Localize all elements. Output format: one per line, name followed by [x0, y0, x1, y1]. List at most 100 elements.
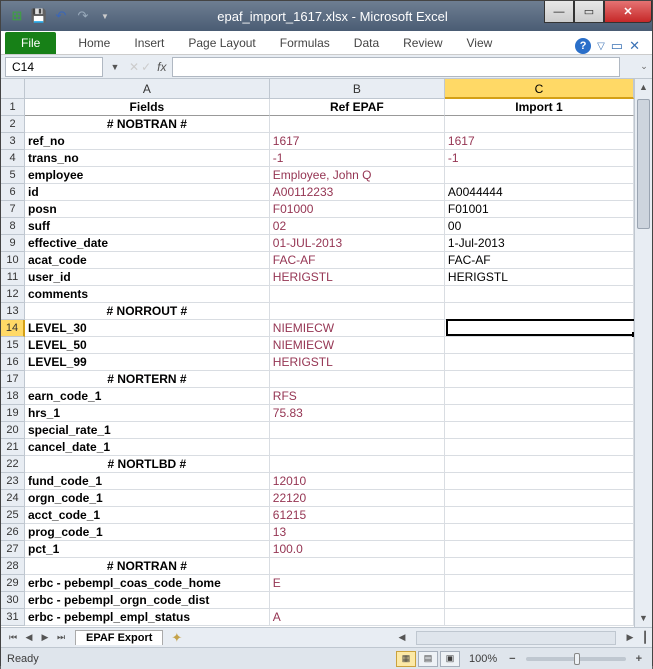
- cell[interactable]: [445, 558, 634, 575]
- row-header[interactable]: 21: [1, 439, 25, 456]
- row-header[interactable]: 16: [1, 354, 25, 371]
- row-header[interactable]: 13: [1, 303, 25, 320]
- first-sheet-icon[interactable]: ⏮: [5, 632, 21, 643]
- cell[interactable]: F01001: [445, 201, 634, 218]
- cell[interactable]: prog_code_1: [25, 524, 270, 541]
- cell[interactable]: 75.83: [270, 405, 445, 422]
- row-header[interactable]: 22: [1, 456, 25, 473]
- ribbon-tab-formulas[interactable]: Formulas: [268, 32, 342, 54]
- cell[interactable]: [445, 507, 634, 524]
- row-header[interactable]: 14: [1, 320, 25, 337]
- cell[interactable]: NIEMIECW: [270, 337, 445, 354]
- row-header[interactable]: 4: [1, 150, 25, 167]
- cell[interactable]: cancel_date_1: [25, 439, 270, 456]
- row-header[interactable]: 15: [1, 337, 25, 354]
- cell[interactable]: 1617: [445, 133, 634, 150]
- cell[interactable]: posn: [25, 201, 270, 218]
- undo-icon[interactable]: ↶: [53, 8, 69, 24]
- cell[interactable]: [445, 592, 634, 609]
- cell[interactable]: RFS: [270, 388, 445, 405]
- save-icon[interactable]: 💾: [31, 8, 47, 24]
- cell[interactable]: A00112233: [270, 184, 445, 201]
- name-box-dropdown-icon[interactable]: ▼: [107, 62, 123, 72]
- cell[interactable]: HERIGSTL: [445, 269, 634, 286]
- cell[interactable]: # NORROUT #: [25, 303, 270, 320]
- row-header[interactable]: 23: [1, 473, 25, 490]
- row-header[interactable]: 24: [1, 490, 25, 507]
- formula-bar-expand-icon[interactable]: ⌄: [636, 61, 652, 72]
- maximize-button[interactable]: ▭: [574, 1, 604, 23]
- cell[interactable]: [270, 558, 445, 575]
- cell[interactable]: earn_code_1: [25, 388, 270, 405]
- cell[interactable]: HERIGSTL: [270, 269, 445, 286]
- prev-sheet-icon[interactable]: ◀: [21, 632, 37, 643]
- ribbon-minimize-icon[interactable]: ▽: [597, 41, 605, 52]
- cell[interactable]: user_id: [25, 269, 270, 286]
- last-sheet-icon[interactable]: ⏭: [53, 632, 69, 643]
- formula-input[interactable]: [172, 57, 620, 77]
- cell[interactable]: [270, 456, 445, 473]
- cell[interactable]: NIEMIECW: [270, 320, 445, 337]
- sheet-tab-active[interactable]: EPAF Export: [75, 630, 163, 645]
- cell[interactable]: [270, 371, 445, 388]
- cell[interactable]: [445, 473, 634, 490]
- zoom-slider-knob[interactable]: [574, 653, 580, 665]
- cell[interactable]: LEVEL_99: [25, 354, 270, 371]
- hscroll-left-icon[interactable]: ◀: [394, 632, 410, 643]
- cell[interactable]: [445, 405, 634, 422]
- cell[interactable]: comments: [25, 286, 270, 303]
- row-header[interactable]: 6: [1, 184, 25, 201]
- qat-dropdown-icon[interactable]: ▼: [97, 8, 113, 24]
- row-header[interactable]: 19: [1, 405, 25, 422]
- cell[interactable]: # NORTRAN #: [25, 558, 270, 575]
- row-header[interactable]: 11: [1, 269, 25, 286]
- cell[interactable]: 13: [270, 524, 445, 541]
- ribbon-tab-insert[interactable]: Insert: [122, 32, 176, 54]
- cell[interactable]: erbc - pebempl_empl_status: [25, 609, 270, 626]
- file-tab[interactable]: File: [5, 32, 56, 54]
- vscroll-thumb[interactable]: [637, 99, 650, 229]
- cell[interactable]: 00: [445, 218, 634, 235]
- row-header[interactable]: 26: [1, 524, 25, 541]
- row-header[interactable]: 2: [1, 116, 25, 133]
- row-header[interactable]: 28: [1, 558, 25, 575]
- zoom-percent[interactable]: 100%: [461, 653, 505, 665]
- cell[interactable]: ref_no: [25, 133, 270, 150]
- cell[interactable]: A: [270, 609, 445, 626]
- cell[interactable]: [270, 422, 445, 439]
- cell[interactable]: [445, 337, 634, 354]
- next-sheet-icon[interactable]: ▶: [37, 632, 53, 643]
- row-header[interactable]: 29: [1, 575, 25, 592]
- cell[interactable]: erbc - pebempl_orgn_code_dist: [25, 592, 270, 609]
- ribbon-tab-review[interactable]: Review: [391, 32, 454, 54]
- cell[interactable]: effective_date: [25, 235, 270, 252]
- cell[interactable]: [445, 167, 634, 184]
- cell[interactable]: erbc - pebempl_coas_code_home: [25, 575, 270, 592]
- cell[interactable]: 61215: [270, 507, 445, 524]
- zoom-out-button[interactable]: −: [505, 653, 519, 665]
- cell[interactable]: -1: [270, 150, 445, 167]
- cell[interactable]: employee: [25, 167, 270, 184]
- cell[interactable]: trans_no: [25, 150, 270, 167]
- col-header-A[interactable]: A: [25, 79, 270, 99]
- cell-grid[interactable]: FieldsRef EPAFImport 1# NOBTRAN #ref_no1…: [25, 99, 634, 627]
- fx-icon[interactable]: fx: [157, 60, 172, 74]
- cell[interactable]: [445, 609, 634, 626]
- row-header[interactable]: 8: [1, 218, 25, 235]
- cell[interactable]: [445, 320, 634, 337]
- cell[interactable]: 12010: [270, 473, 445, 490]
- cell[interactable]: 02: [270, 218, 445, 235]
- row-header[interactable]: 7: [1, 201, 25, 218]
- row-header[interactable]: 27: [1, 541, 25, 558]
- cell[interactable]: suff: [25, 218, 270, 235]
- row-header[interactable]: 30: [1, 592, 25, 609]
- cell[interactable]: FAC-AF: [270, 252, 445, 269]
- cell[interactable]: [270, 286, 445, 303]
- cell[interactable]: fund_code_1: [25, 473, 270, 490]
- cell[interactable]: [445, 371, 634, 388]
- close-workbook-icon[interactable]: ✕: [629, 38, 640, 54]
- cell[interactable]: [445, 388, 634, 405]
- cell[interactable]: 1617: [270, 133, 445, 150]
- cell[interactable]: 100.0: [270, 541, 445, 558]
- scroll-down-icon[interactable]: ▼: [635, 610, 652, 627]
